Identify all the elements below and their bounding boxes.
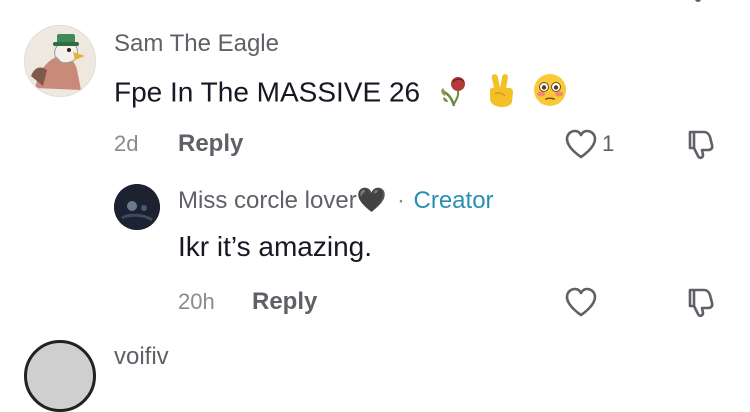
- badge-separator: ·: [397, 187, 406, 214]
- victory-hand-emoji: [484, 72, 518, 116]
- reply-username[interactable]: Miss corcle lover🖤: [178, 187, 387, 214]
- comment-username[interactable]: Sam The Eagle: [114, 30, 279, 58]
- comment: Sam The Eagle Fpe In The MASSIVE 26 2d R…: [0, 0, 750, 170]
- eagle-avatar-image: [25, 26, 95, 96]
- reply-header: Miss corcle lover🖤 · Creator: [178, 187, 494, 218]
- comment-text-row: Fpe In The MASSIVE 26: [114, 72, 567, 116]
- reply-button-2[interactable]: Reply: [252, 288, 317, 316]
- eagle-avatar[interactable]: [24, 25, 96, 97]
- dark-avatar[interactable]: [114, 184, 160, 230]
- reply-comment: Miss corcle lover🖤 · Creator Ikr it’s am…: [0, 170, 750, 330]
- next-comment-username[interactable]: voifiv: [114, 343, 169, 371]
- heart-icon: [564, 128, 598, 165]
- like-count: 1: [602, 131, 615, 156]
- reply-button[interactable]: Reply: [178, 130, 243, 158]
- reply-like-button[interactable]: [564, 284, 600, 320]
- flushed-face-emoji: [533, 73, 567, 115]
- comment-text: Fpe In The MASSIVE 26: [114, 76, 421, 108]
- creator-badge: Creator: [413, 187, 494, 214]
- heart-icon: [564, 286, 598, 323]
- like-button[interactable]: 1: [564, 126, 634, 162]
- reply-dislike-icon[interactable]: [682, 284, 718, 320]
- next-comment-avatar[interactable]: [24, 340, 96, 412]
- dislike-icon[interactable]: [682, 126, 718, 162]
- dark-avatar-image: [114, 184, 160, 230]
- reply-text: Ikr it’s amazing.: [178, 231, 372, 262]
- wilted-rose-emoji: [436, 72, 472, 116]
- comment-timestamp: 2d: [114, 131, 139, 156]
- reply-timestamp: 20h: [178, 289, 215, 314]
